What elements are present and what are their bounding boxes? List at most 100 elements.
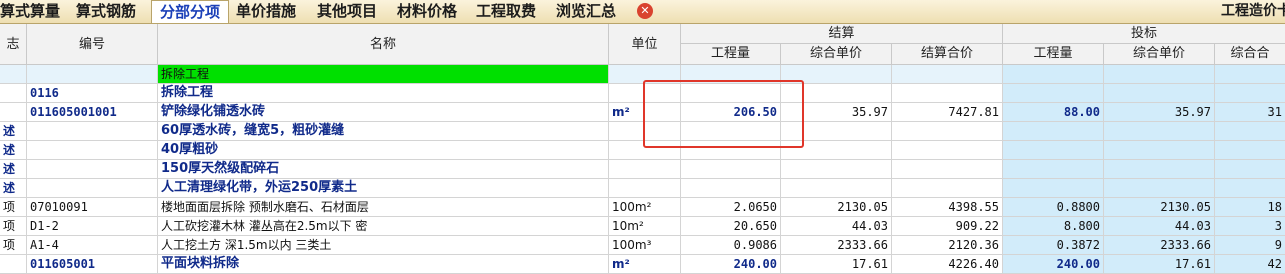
bill-of-quantities-table: 志 编号 名称 单位 结算 投标 工程量 综合单价 结算合价 工程量 综合单价 … xyxy=(0,24,1285,274)
cell-settle-price: 44.03 xyxy=(781,217,892,236)
cell-bid-total xyxy=(1215,141,1285,160)
cell-settle-qty[interactable]: 240.00 xyxy=(681,255,781,274)
cell-code: D1-2 xyxy=(27,217,158,236)
cell-settle-total: 909.22 xyxy=(892,217,1003,236)
column-header-bid-qty[interactable]: 工程量 xyxy=(1003,44,1104,65)
cell-name: 铲除绿化铺透水砖 xyxy=(158,103,609,122)
tab-unit-price-measures[interactable]: 单价措施 xyxy=(236,1,296,22)
cell-name: 40厚粗砂 xyxy=(158,141,609,160)
cell-flag: 项 xyxy=(0,198,27,217)
cell-bid-total xyxy=(1215,84,1285,103)
tab-engineering-fees[interactable]: 工程取费 xyxy=(476,1,536,22)
column-group-settlement: 结算 xyxy=(681,24,1003,44)
cell-settle-total: 4398.55 xyxy=(892,198,1003,217)
cell-settle-total xyxy=(892,84,1003,103)
tab-material-prices[interactable]: 材料价格 xyxy=(397,1,457,22)
column-header-unit[interactable]: 单位 xyxy=(609,24,681,65)
cell-bid-price: 44.03 xyxy=(1104,217,1215,236)
cell-flag: 项 xyxy=(0,217,27,236)
cell-settle-total xyxy=(892,179,1003,198)
cell-name: 平面块料拆除 xyxy=(158,255,609,274)
cell-unit xyxy=(609,179,681,198)
cell-bid-qty: 0.3872 xyxy=(1003,236,1104,255)
table-row[interactable]: 述 150厚天然级配碎石 xyxy=(0,160,1285,179)
cell-flag xyxy=(0,255,27,274)
cell-settle-price: 17.61 xyxy=(781,255,892,274)
cell-flag: 述 xyxy=(0,141,27,160)
cell-settle-price xyxy=(781,179,892,198)
cell-name: 人工清理绿化带，外运250厚素土 xyxy=(158,179,609,198)
cell-flag xyxy=(0,84,27,103)
cell-bid-price xyxy=(1104,65,1215,84)
cell-bid-qty: 240.00 xyxy=(1003,255,1104,274)
cell-settle-total xyxy=(892,160,1003,179)
table-row[interactable]: 项 07010091 楼地面面层拆除 预制水磨石、石材面层 100m² 2.06… xyxy=(0,198,1285,217)
cell-name: 150厚天然级配碎石 xyxy=(158,160,609,179)
cell-unit: m² xyxy=(609,255,681,274)
tab-browse-summary[interactable]: 浏览汇总 xyxy=(556,1,616,22)
cell-bid-qty: 8.800 xyxy=(1003,217,1104,236)
highlight-annotation-box xyxy=(643,80,804,148)
cell-code xyxy=(27,141,158,160)
cell-name: 拆除工程 xyxy=(158,84,609,103)
cell-flag: 述 xyxy=(0,122,27,141)
tab-formula-quantity[interactable]: 算式算量 xyxy=(0,1,60,22)
cell-bid-total xyxy=(1215,179,1285,198)
cell-settle-total: 4226.40 xyxy=(892,255,1003,274)
cell-name: 人工挖土方 深1.5m以内 三类土 xyxy=(158,236,609,255)
cell-code xyxy=(27,65,158,84)
tab-other-items[interactable]: 其他项目 xyxy=(317,1,377,22)
column-header-bid-total[interactable]: 综合合 xyxy=(1215,44,1285,65)
column-header-code[interactable]: 编号 xyxy=(27,24,158,65)
cell-unit: 10m² xyxy=(609,217,681,236)
close-icon[interactable]: ✕ xyxy=(637,3,653,19)
cell-unit xyxy=(609,160,681,179)
column-header-settle-qty[interactable]: 工程量 xyxy=(681,44,781,65)
cell-settle-total: 7427.81 xyxy=(892,103,1003,122)
table-row[interactable]: 项 D1-2 人工砍挖灌木林 灌丛高在2.5m以下 密 10m² 20.650 … xyxy=(0,217,1285,236)
table-row[interactable]: 述 人工清理绿化带，外运250厚素土 xyxy=(0,179,1285,198)
cell-bid-price: 35.97 xyxy=(1104,103,1215,122)
cell-name: 60厚透水砖，缝宽5，粗砂灌缝 xyxy=(158,122,609,141)
cell-bid-price: 2333.66 xyxy=(1104,236,1215,255)
cell-bid-qty xyxy=(1003,84,1104,103)
cell-settle-total xyxy=(892,141,1003,160)
cell-bid-total: 42 xyxy=(1215,255,1285,274)
cell-settle-qty: 2.0650 xyxy=(681,198,781,217)
cell-code xyxy=(27,160,158,179)
cell-flag xyxy=(0,65,27,84)
cell-code: 07010091 xyxy=(27,198,158,217)
tab-subdivision-items[interactable]: 分部分项 xyxy=(151,0,229,23)
cost-card-label[interactable]: 工程造价卡 xyxy=(1221,1,1285,22)
cell-bid-price xyxy=(1104,160,1215,179)
cell-bid-total xyxy=(1215,160,1285,179)
cell-flag: 述 xyxy=(0,179,27,198)
cell-code xyxy=(27,179,158,198)
cell-bid-qty xyxy=(1003,122,1104,141)
cell-bid-qty xyxy=(1003,179,1104,198)
table-row[interactable]: 011605001 平面块料拆除 m² 240.00 17.61 4226.40… xyxy=(0,255,1285,274)
column-header-settle-total[interactable]: 结算合价 xyxy=(892,44,1003,65)
cell-settle-total xyxy=(892,65,1003,84)
cell-bid-qty xyxy=(1003,160,1104,179)
tab-formula-rebar[interactable]: 算式钢筋 xyxy=(76,1,136,22)
cell-unit: 100m³ xyxy=(609,236,681,255)
cell-bid-qty xyxy=(1003,65,1104,84)
cell-name: 人工砍挖灌木林 灌丛高在2.5m以下 密 xyxy=(158,217,609,236)
cell-bid-price xyxy=(1104,179,1215,198)
cell-name: 拆除工程 xyxy=(158,65,609,84)
cell-code: 011605001 xyxy=(27,255,158,274)
column-header-name[interactable]: 名称 xyxy=(158,24,609,65)
cell-code: A1-4 xyxy=(27,236,158,255)
column-group-bid: 投标 xyxy=(1003,24,1285,44)
cell-settle-qty: 0.9086 xyxy=(681,236,781,255)
cell-bid-price xyxy=(1104,84,1215,103)
column-header-settle-unit-price[interactable]: 综合单价 xyxy=(781,44,892,65)
module-tab-bar: 算式算量 算式钢筋 分部分项 单价措施 其他项目 材料价格 工程取费 浏览汇总 … xyxy=(0,0,1285,24)
cell-flag: 述 xyxy=(0,160,27,179)
cell-settle-price xyxy=(781,160,892,179)
cell-settle-price: 2130.05 xyxy=(781,198,892,217)
table-row[interactable]: 项 A1-4 人工挖土方 深1.5m以内 三类土 100m³ 0.9086 23… xyxy=(0,236,1285,255)
column-header-flag[interactable]: 志 xyxy=(0,24,27,65)
column-header-bid-unit-price[interactable]: 综合单价 xyxy=(1104,44,1215,65)
